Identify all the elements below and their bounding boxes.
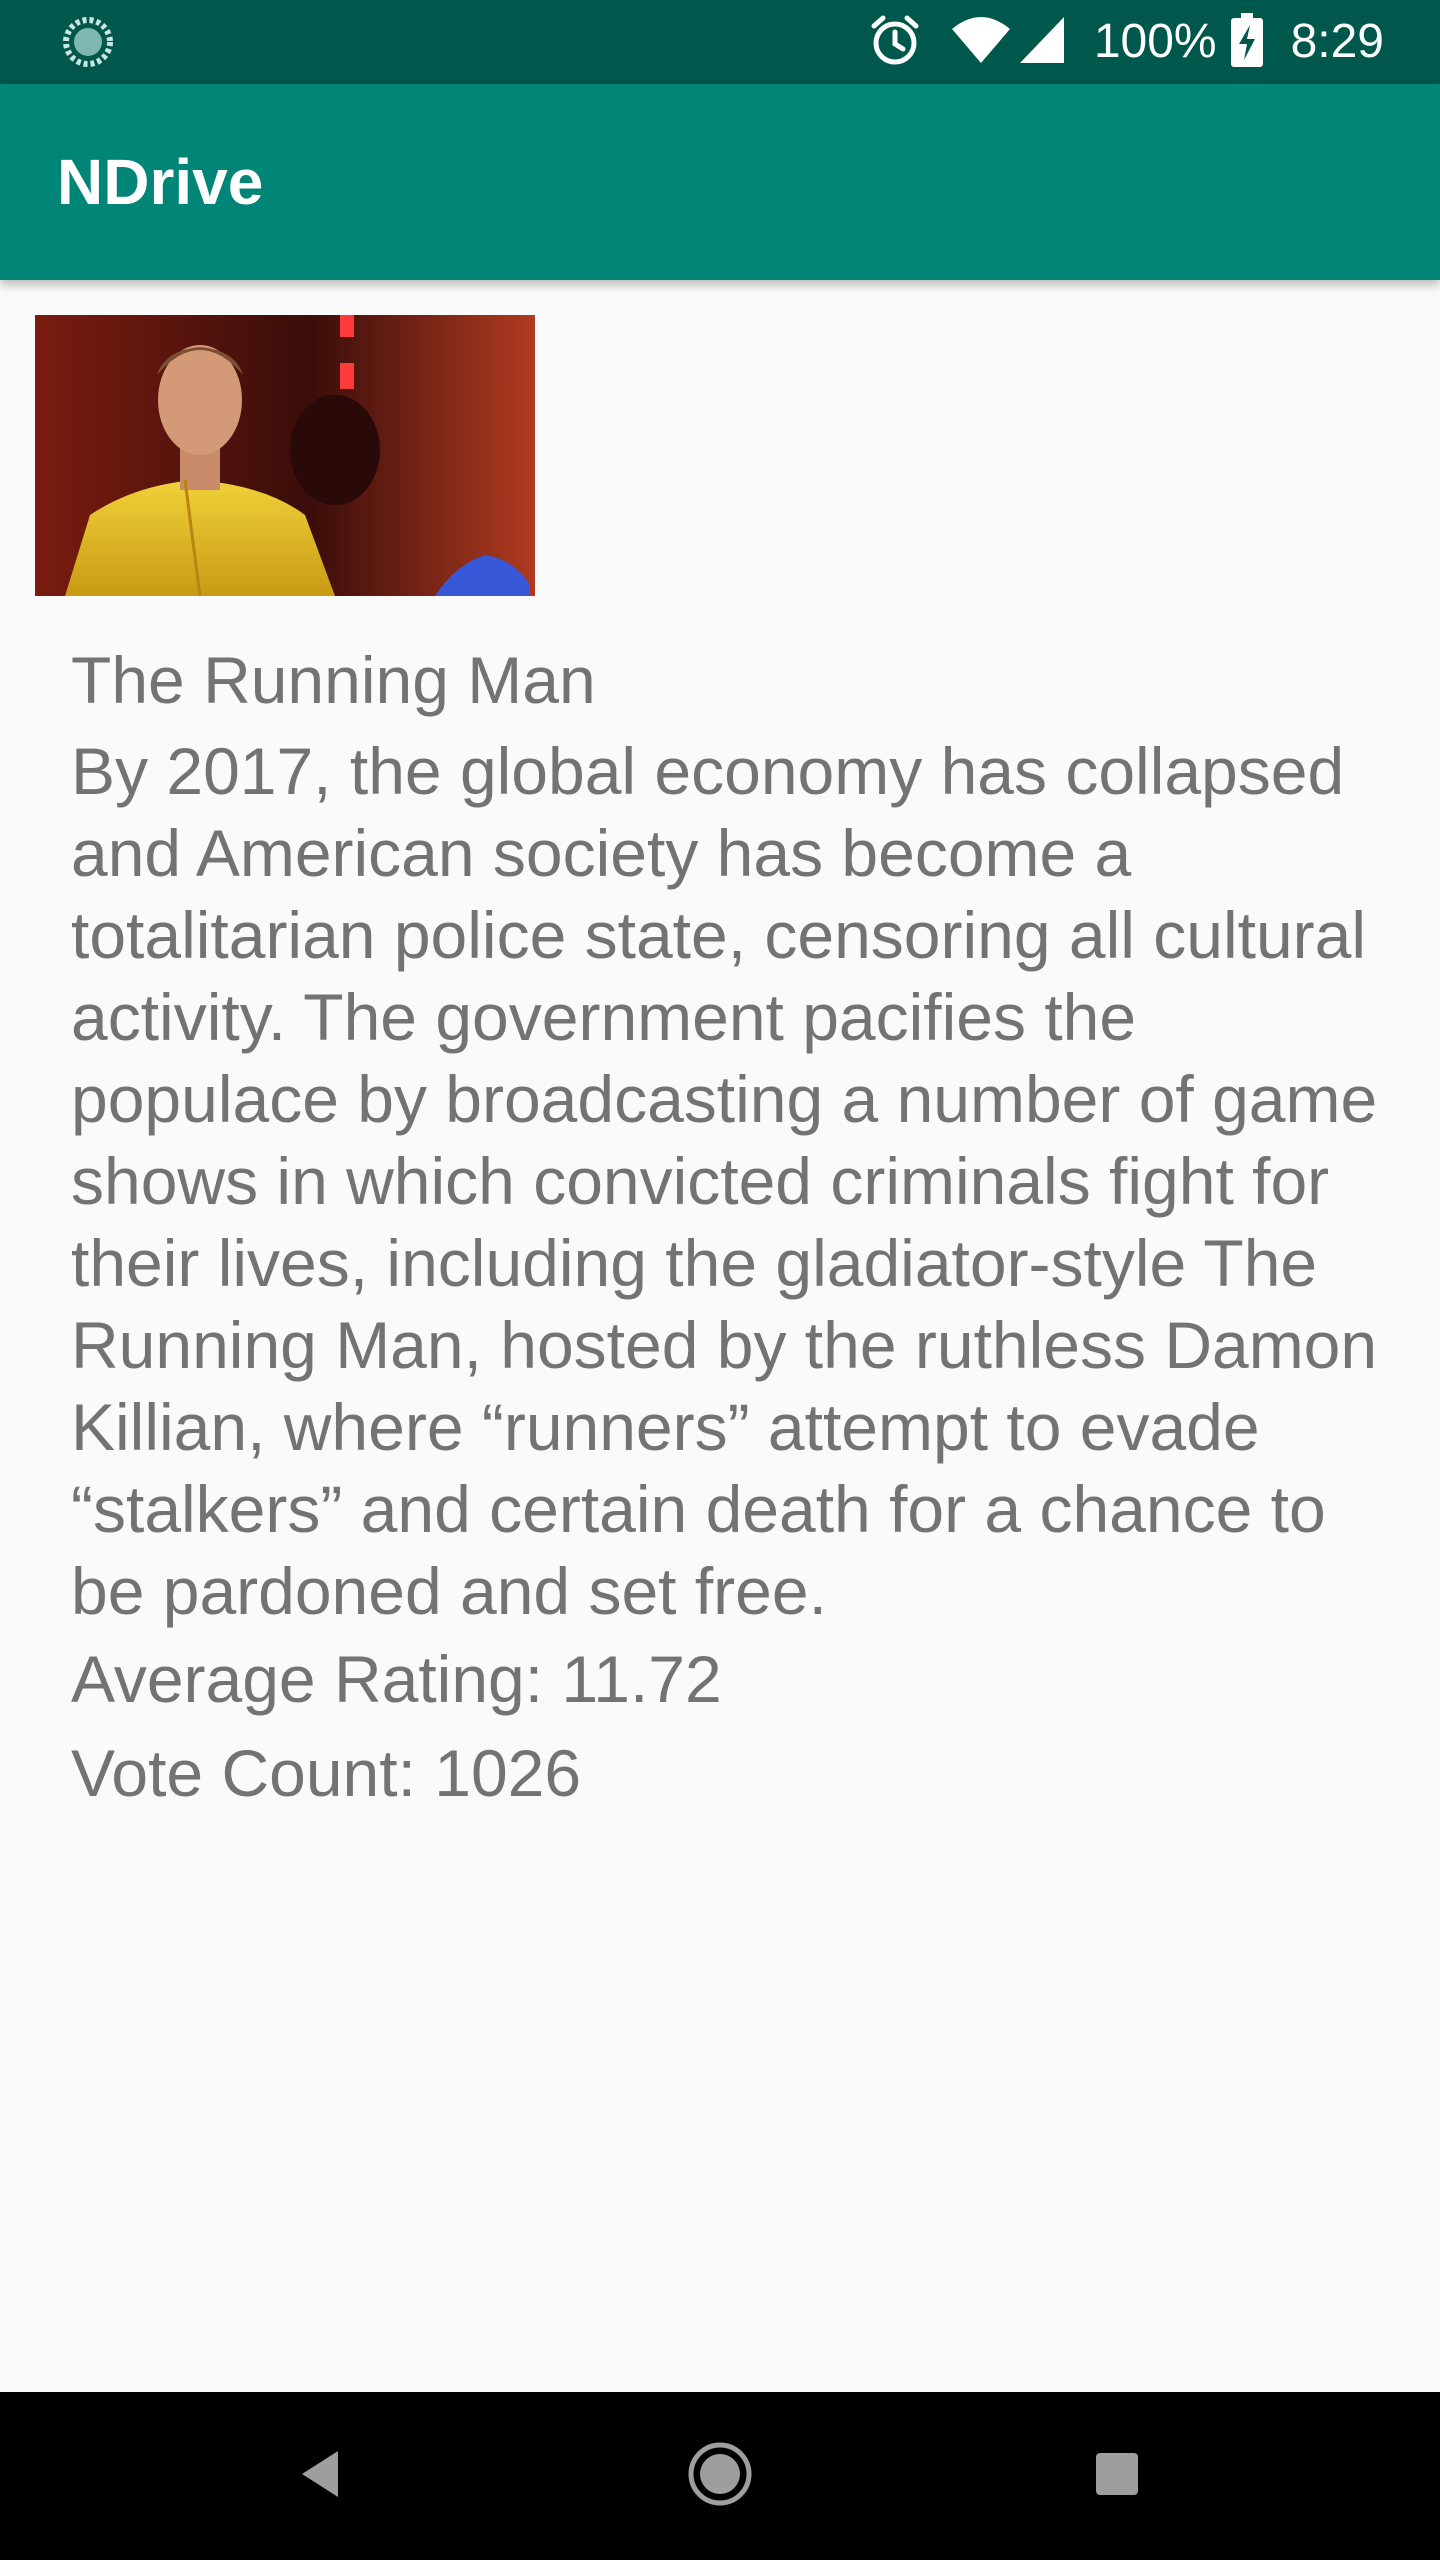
battery-percent: 100% <box>1093 15 1217 68</box>
battery-charging-icon <box>1230 12 1263 72</box>
navigation-bar <box>0 2392 1440 2560</box>
back-button[interactable] <box>230 2392 410 2560</box>
movie-poster-image[interactable] <box>35 315 535 596</box>
wifi-icon <box>950 15 1012 70</box>
movie-details: The Running Man By 2017, the global econ… <box>71 630 1401 1820</box>
movie-overview: By 2017, the global economy has collapse… <box>71 734 1378 1628</box>
movie-title: The Running Man <box>71 643 596 717</box>
status-icons: 100% 8:29 <box>840 0 1384 84</box>
app-bar: NDrive <box>0 84 1440 280</box>
app-title: NDrive <box>57 146 264 218</box>
sync-icon <box>62 16 114 68</box>
alarm-icon <box>868 13 922 72</box>
status-bar: 100% 8:29 <box>0 0 1440 84</box>
signal-icon <box>1018 15 1066 70</box>
recents-button[interactable] <box>1027 2392 1207 2560</box>
clock: 8:29 <box>1290 15 1384 68</box>
recents-icon <box>1095 2452 1139 2501</box>
vote-count: Vote Count: 1026 <box>71 1736 582 1810</box>
home-icon <box>687 2441 753 2512</box>
back-icon <box>298 2449 342 2504</box>
average-rating: Average Rating: 11.72 <box>71 1642 722 1716</box>
home-button[interactable] <box>630 2392 810 2560</box>
